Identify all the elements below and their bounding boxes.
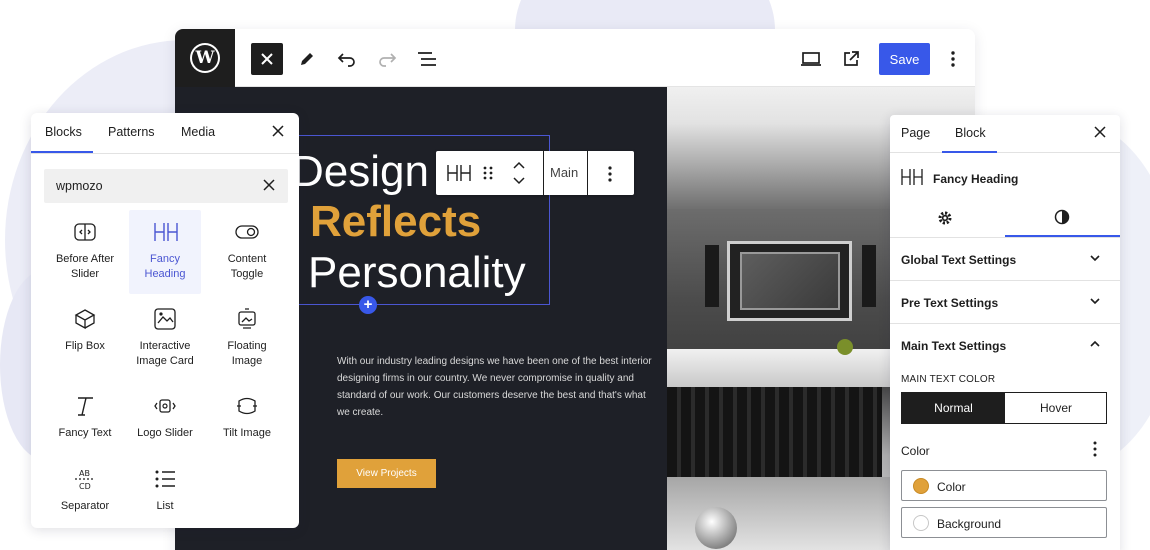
- tab-block[interactable]: Block: [955, 126, 986, 140]
- element-selector[interactable]: Main: [550, 165, 578, 180]
- wordpress-logo-button[interactable]: W: [175, 29, 235, 87]
- color-swatch: [913, 515, 929, 531]
- block-toolbar: Main: [436, 151, 634, 195]
- block-item-fancy-heading[interactable]: Fancy Heading: [129, 210, 201, 294]
- logo-slider-icon: [154, 399, 176, 413]
- heading-pre-text[interactable]: Design: [292, 150, 429, 194]
- search-value: wpmozo: [56, 179, 103, 193]
- view-projects-button[interactable]: View Projects: [337, 459, 436, 488]
- add-block-button[interactable]: +: [359, 296, 377, 314]
- external-view-icon: [844, 51, 859, 66]
- pencil-icon: [301, 53, 313, 65]
- block-item-list[interactable]: List: [129, 457, 201, 528]
- undo-icon: [337, 53, 355, 67]
- flip-box-icon: [74, 309, 96, 330]
- styles-icon[interactable]: [1054, 209, 1070, 225]
- heading-main-text[interactable]: Reflects: [310, 200, 481, 244]
- toggle-hover[interactable]: Hover: [1005, 393, 1107, 423]
- color-heading: Color: [901, 444, 930, 458]
- tab-blocks[interactable]: Blocks: [45, 125, 82, 139]
- block-item-logo-slider[interactable]: Logo Slider: [129, 384, 201, 468]
- heading-post-text[interactable]: Personality: [308, 251, 526, 295]
- close-icon: [261, 53, 273, 65]
- interactive-image-card-icon: [154, 308, 176, 330]
- fancy-heading-icon: [901, 169, 923, 185]
- block-item-flip-box[interactable]: Flip Box: [49, 297, 121, 381]
- section-main-text-settings[interactable]: Main Text Settings: [890, 323, 1120, 366]
- clear-search-icon[interactable]: [263, 179, 275, 191]
- fancy-heading-icon: [154, 223, 178, 241]
- settings-subtabs: [890, 201, 1120, 237]
- block-item-before-after-slider[interactable]: Before After Slider: [49, 210, 121, 294]
- settings-tabs: Page Block: [890, 115, 1120, 153]
- color-option-text[interactable]: Color: [901, 470, 1107, 501]
- state-toggle-group: Normal Hover: [901, 392, 1107, 424]
- redo-icon: [379, 53, 397, 67]
- active-tab-indicator: [31, 151, 93, 153]
- svg-text:AB: AB: [79, 469, 90, 478]
- save-button[interactable]: Save: [879, 43, 930, 75]
- preview-button[interactable]: [795, 43, 827, 75]
- color-swatch: [913, 478, 929, 494]
- block-options-icon[interactable]: [608, 166, 612, 182]
- svg-text:CD: CD: [79, 482, 91, 491]
- chevron-down-icon: [1090, 298, 1100, 305]
- block-item-fancy-text[interactable]: Fancy Text: [49, 384, 121, 468]
- block-item-content-toggle[interactable]: Content Toggle: [211, 210, 283, 294]
- list-view-icon: [418, 52, 436, 66]
- toolbar-divider: [543, 151, 544, 195]
- list-icon: [155, 470, 175, 488]
- active-tab-indicator: [942, 151, 997, 153]
- gear-icon[interactable]: [937, 210, 953, 226]
- separator-icon: AB CD: [75, 469, 95, 491]
- toggle-normal[interactable]: Normal: [902, 393, 1005, 423]
- color-option-background[interactable]: Background: [901, 507, 1107, 538]
- redo-button[interactable]: [371, 43, 403, 75]
- content-toggle-icon: [235, 225, 259, 239]
- inserter-tabs: Blocks Patterns Media: [31, 113, 299, 154]
- tab-patterns[interactable]: Patterns: [108, 125, 155, 139]
- block-item-separator[interactable]: AB CD Separator: [49, 457, 121, 528]
- more-options-icon[interactable]: [1088, 441, 1102, 457]
- undo-button[interactable]: [331, 43, 363, 75]
- list-view-button[interactable]: [411, 43, 443, 75]
- close-icon[interactable]: [272, 125, 284, 137]
- block-item-tilt-image[interactable]: Tilt Image: [211, 384, 283, 468]
- tools-button[interactable]: [291, 43, 323, 75]
- section-pre-text-settings[interactable]: Pre Text Settings: [890, 280, 1120, 323]
- section-global-text-settings[interactable]: Global Text Settings: [890, 237, 1120, 280]
- wordpress-icon: W: [190, 43, 220, 73]
- chevron-down-icon: [1090, 255, 1100, 262]
- close-icon[interactable]: [1094, 126, 1106, 138]
- block-settings-panel: Page Block Fancy Heading Global Text Set…: [890, 115, 1120, 550]
- block-search-input[interactable]: wpmozo: [44, 169, 288, 203]
- fancy-text-icon: [78, 397, 93, 416]
- fancy-heading-icon[interactable]: [446, 163, 472, 183]
- chevron-up-icon: [1090, 340, 1100, 347]
- main-text-color-label: MAIN TEXT COLOR: [901, 374, 996, 385]
- hero-paragraph[interactable]: With our industry leading designs we hav…: [337, 353, 655, 421]
- block-card-title: Fancy Heading: [933, 172, 1019, 186]
- block-item-interactive-image-card[interactable]: Interactive Image Card: [129, 297, 201, 381]
- drag-handle-icon[interactable]: [483, 166, 493, 180]
- toolbar-divider: [587, 151, 588, 195]
- more-options-icon: [951, 51, 955, 67]
- block-inserter-panel: Blocks Patterns Media wpmozo Before Afte…: [31, 113, 299, 528]
- tab-media[interactable]: Media: [181, 125, 215, 139]
- before-after-slider-icon: [74, 223, 96, 241]
- tilt-image-icon: [237, 397, 257, 415]
- floating-image-icon: [238, 308, 256, 329]
- desktop-preview-icon: [801, 52, 821, 66]
- close-inserter-button[interactable]: [251, 43, 283, 75]
- options-button[interactable]: [938, 43, 968, 75]
- block-item-floating-image[interactable]: Floating Image: [211, 297, 283, 381]
- view-page-button[interactable]: [835, 43, 867, 75]
- tab-page[interactable]: Page: [901, 126, 930, 140]
- editor-toolbar: W Save: [175, 29, 975, 87]
- move-up-down-icon[interactable]: [512, 161, 526, 185]
